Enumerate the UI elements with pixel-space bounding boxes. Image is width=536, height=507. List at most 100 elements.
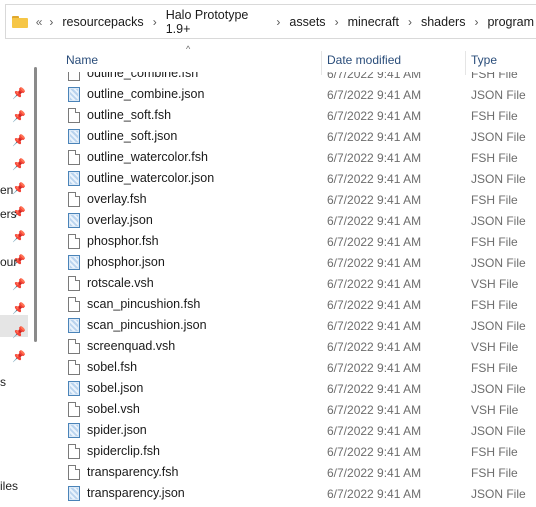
file-date-modified: 6/7/2022 9:41 AM [327, 109, 422, 123]
nav-item-label[interactable]: iles [0, 479, 18, 493]
text-file-icon [68, 297, 80, 312]
file-row[interactable]: phosphor.json 6/7/2022 9:41 AM JSON File [38, 252, 536, 273]
text-file-icon [68, 339, 80, 354]
json-file-icon [68, 381, 80, 396]
nav-item-label[interactable]: our [0, 255, 17, 269]
file-type: FSH File [471, 235, 518, 249]
file-name: sobel.json [87, 381, 144, 395]
file-type: FSH File [471, 72, 518, 81]
file-date-modified: 6/7/2022 9:41 AM [327, 88, 422, 102]
json-file-icon [68, 87, 80, 102]
file-date-modified: 6/7/2022 9:41 AM [327, 151, 422, 165]
nav-scrollbar[interactable] [34, 67, 37, 342]
file-row[interactable]: outline_watercolor.json 6/7/2022 9:41 AM J… [38, 168, 536, 189]
file-row[interactable]: transparency.fsh 6/7/2022 9:41 AM FSH File [38, 462, 536, 483]
breadcrumb-item[interactable]: shaders [419, 15, 467, 29]
file-date-modified: 6/7/2022 9:41 AM [327, 424, 422, 438]
text-file-icon [68, 444, 80, 459]
overflow-chevron-icon[interactable]: « [36, 15, 43, 29]
file-date-modified: 6/7/2022 9:41 AM [327, 256, 422, 270]
file-name: outline_soft.fsh [87, 108, 172, 122]
json-file-icon [68, 486, 80, 501]
file-name: outline_watercolor.fsh [87, 150, 208, 164]
folder-icon [12, 15, 28, 28]
file-row[interactable]: outline_combine.fsh 6/7/2022 9:41 AM FSH F… [38, 72, 536, 84]
file-date-modified: 6/7/2022 9:41 AM [327, 340, 422, 354]
json-file-icon [68, 213, 80, 228]
file-type: JSON File [471, 424, 526, 438]
breadcrumb-item[interactable]: minecraft [346, 15, 401, 29]
breadcrumb-separator-icon[interactable]: › [42, 15, 60, 29]
column-header-date[interactable]: Date modified [327, 53, 401, 67]
file-row[interactable]: overlay.fsh 6/7/2022 9:41 AM FSH File [38, 189, 536, 210]
text-file-icon [68, 72, 80, 81]
file-type: JSON File [471, 487, 526, 501]
file-date-modified: 6/7/2022 9:41 AM [327, 172, 422, 186]
nav-item-label[interactable]: en [0, 183, 13, 197]
breadcrumb-item[interactable]: resourcepacks [60, 15, 145, 29]
breadcrumb-separator-icon[interactable]: › [467, 15, 485, 29]
breadcrumb-item[interactable]: Halo Prototype 1.9+ [164, 8, 270, 36]
breadcrumb-separator-icon[interactable]: › [146, 15, 164, 29]
file-row[interactable]: outline_soft.fsh 6/7/2022 9:41 AM FSH File [38, 105, 536, 126]
file-date-modified: 6/7/2022 9:41 AM [327, 130, 422, 144]
nav-item-label[interactable]: ers [0, 207, 17, 221]
file-date-modified: 6/7/2022 9:41 AM [327, 361, 422, 375]
pin-icon: 📌 [12, 159, 26, 171]
nav-item-label[interactable]: s [0, 375, 6, 389]
json-file-icon [68, 171, 80, 186]
json-file-icon [68, 318, 80, 333]
text-file-icon [68, 360, 80, 375]
file-type: FSH File [471, 298, 518, 312]
file-row[interactable]: overlay.json 6/7/2022 9:41 AM JSON File [38, 210, 536, 231]
file-row[interactable]: outline_soft.json 6/7/2022 9:41 AM JSON Fi… [38, 126, 536, 147]
breadcrumb-item[interactable]: program [485, 15, 536, 29]
file-type: JSON File [471, 88, 526, 102]
breadcrumb-separator-icon[interactable]: › [328, 15, 346, 29]
navigation-pane: 📌 📌 📌 📌 📌 📌 📌 📌 📌 📌 📌 📌 en ers our s ile… [0, 40, 38, 507]
file-date-modified: 6/7/2022 9:41 AM [327, 466, 422, 480]
text-file-icon [68, 150, 80, 165]
file-row[interactable]: phosphor.fsh 6/7/2022 9:41 AM FSH File [38, 231, 536, 252]
file-row[interactable]: outline_combine.json 6/7/2022 9:41 AM JSON… [38, 84, 536, 105]
file-name: scan_pincushion.fsh [87, 297, 201, 311]
file-date-modified: 6/7/2022 9:41 AM [327, 193, 422, 207]
file-row[interactable]: rotscale.vsh 6/7/2022 9:41 AM VSH File [38, 273, 536, 294]
file-name: spider.json [87, 423, 147, 437]
file-row[interactable]: scan_pincushion.fsh 6/7/2022 9:41 AM FSH F… [38, 294, 536, 315]
pin-icon: 📌 [12, 135, 26, 147]
file-name: sobel.vsh [87, 402, 140, 416]
file-type: VSH File [471, 277, 519, 291]
file-type: JSON File [471, 130, 526, 144]
address-bar[interactable]: « › resourcepacks › Halo Prototype 1.9+ › ass… [5, 4, 536, 39]
file-name: outline_combine.fsh [87, 72, 199, 80]
file-row[interactable]: scan_pincushion.json 6/7/2022 9:41 AM JSON… [38, 315, 536, 336]
breadcrumb-separator-icon[interactable]: › [401, 15, 419, 29]
file-type: FSH File [471, 466, 518, 480]
file-row[interactable]: transparency.json 6/7/2022 9:41 AM JSON Fi… [38, 483, 536, 504]
json-file-icon [68, 423, 80, 438]
file-name: spiderclip.fsh [87, 444, 160, 458]
column-header-name[interactable]: Name [66, 53, 98, 67]
file-row[interactable]: sobel.json 6/7/2022 9:41 AM JSON File [38, 378, 536, 399]
file-row[interactable]: outline_watercolor.fsh 6/7/2022 9:41 AM FS… [38, 147, 536, 168]
file-row[interactable]: spider.json 6/7/2022 9:41 AM JSON File [38, 420, 536, 441]
file-row[interactable]: spiderclip.fsh 6/7/2022 9:41 AM FSH File [38, 441, 536, 462]
breadcrumb-separator-icon[interactable]: › [269, 15, 287, 29]
breadcrumb-item[interactable]: assets [287, 15, 327, 29]
file-row[interactable]: sobel.vsh 6/7/2022 9:41 AM VSH File [38, 399, 536, 420]
column-header-type[interactable]: Type [471, 53, 497, 67]
file-date-modified: 6/7/2022 9:41 AM [327, 235, 422, 249]
text-file-icon [68, 192, 80, 207]
text-file-icon [68, 402, 80, 417]
file-name: outline_watercolor.json [87, 171, 215, 185]
file-row[interactable]: screenquad.vsh 6/7/2022 9:41 AM VSH File [38, 336, 536, 357]
file-name: outline_soft.json [87, 129, 178, 143]
file-date-modified: 6/7/2022 9:41 AM [327, 277, 422, 291]
text-file-icon [68, 234, 80, 249]
file-row[interactable]: sobel.fsh 6/7/2022 9:41 AM FSH File [38, 357, 536, 378]
file-name: scan_pincushion.json [87, 318, 207, 332]
pin-icon: 📌 [12, 111, 26, 123]
file-type: JSON File [471, 172, 526, 186]
file-name: rotscale.vsh [87, 276, 154, 290]
